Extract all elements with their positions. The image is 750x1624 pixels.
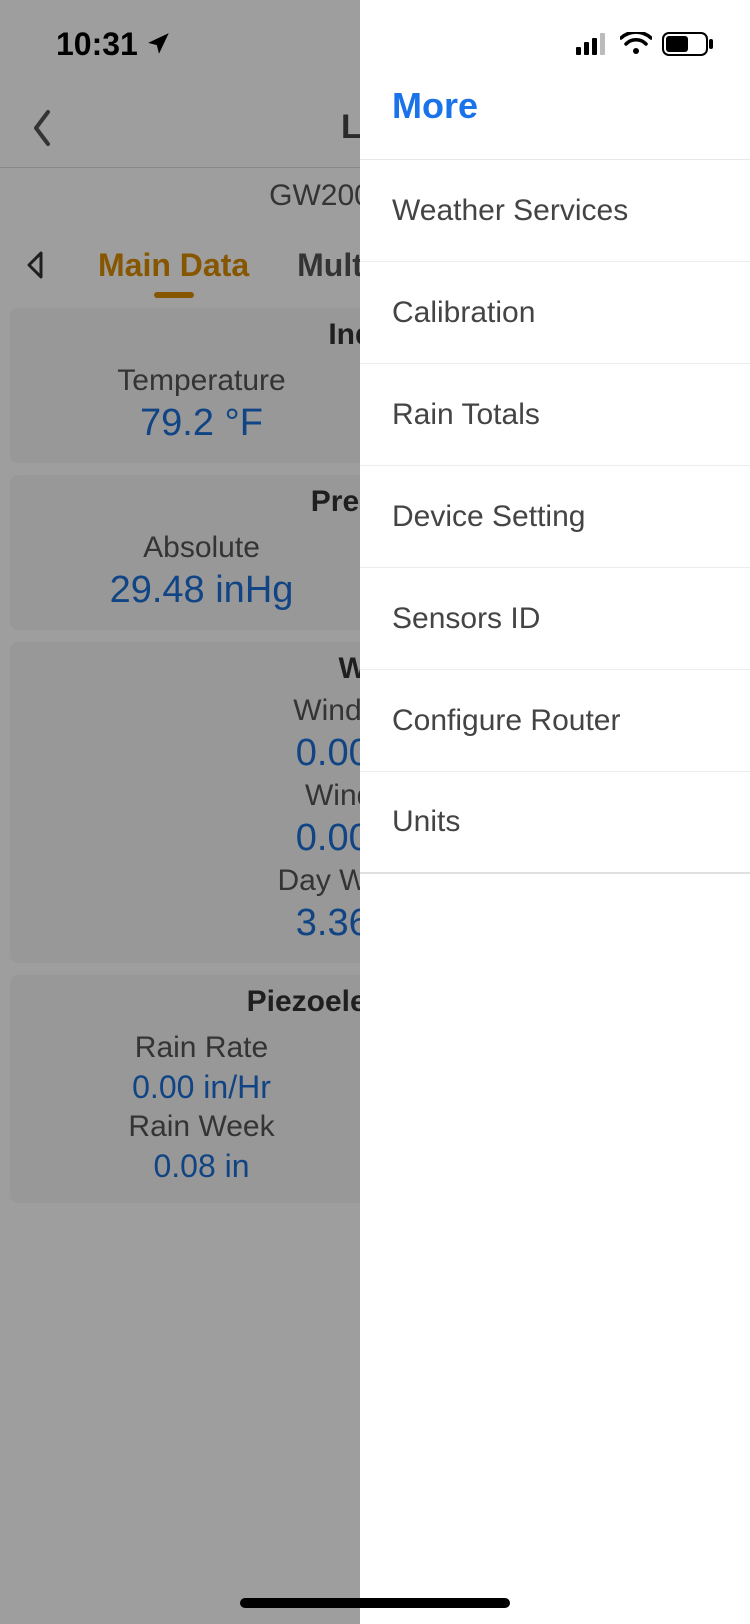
battery-icon — [662, 32, 714, 56]
more-menu: More Weather Services Calibration Rain T… — [360, 0, 750, 1624]
menu-item-rain-totals[interactable]: Rain Totals — [360, 364, 750, 466]
menu-item-configure-router[interactable]: Configure Router — [360, 670, 750, 772]
wifi-icon — [620, 32, 652, 56]
menu-item-sensors-id[interactable]: Sensors ID — [360, 568, 750, 670]
menu-item-units[interactable]: Units — [360, 772, 750, 874]
home-indicator[interactable] — [240, 1598, 510, 1608]
menu-item-device-setting[interactable]: Device Setting — [360, 466, 750, 568]
menu-item-calibration[interactable]: Calibration — [360, 262, 750, 364]
menu-item-weather-services[interactable]: Weather Services — [360, 160, 750, 262]
cellular-icon — [576, 33, 610, 55]
status-right — [360, 0, 750, 88]
menu-title: More — [392, 85, 478, 127]
